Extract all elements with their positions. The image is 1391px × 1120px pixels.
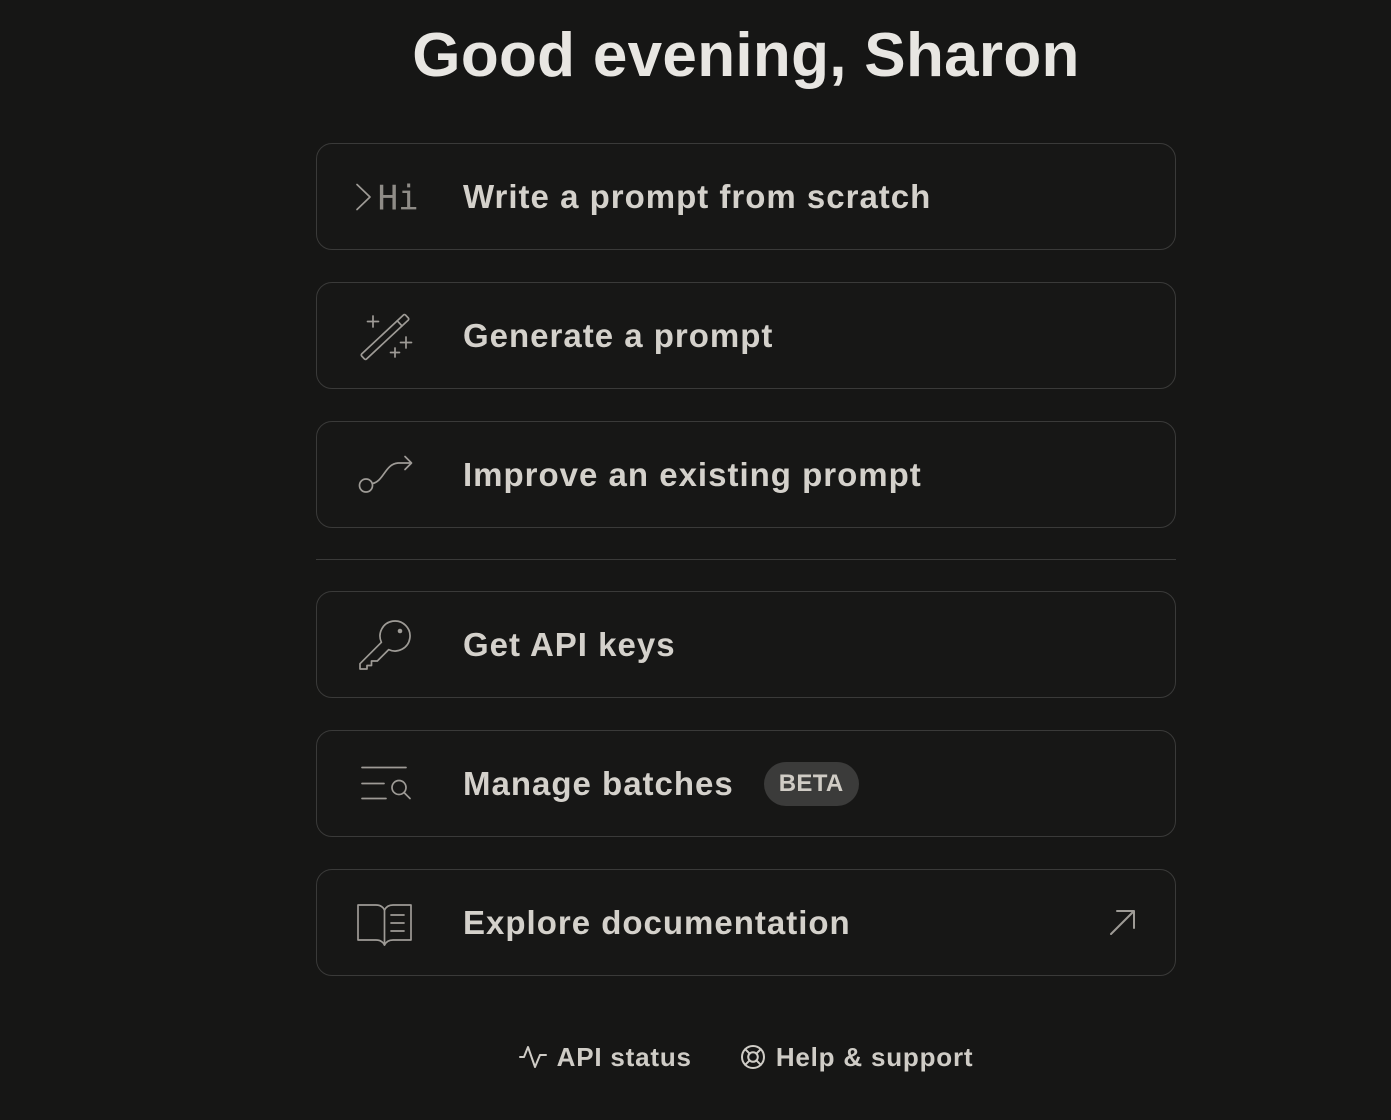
prompt-icon-text: Hi	[378, 178, 419, 218]
api-keys-card[interactable]: Get API keys	[316, 591, 1176, 698]
write-prompt-card[interactable]: Hi Write a prompt from scratch	[316, 143, 1176, 250]
home-actions: Hi Write a prompt from scratch Generate …	[316, 143, 1176, 976]
generate-prompt-card[interactable]: Generate a prompt	[316, 282, 1176, 389]
card-label: Manage batches	[463, 764, 734, 802]
arrow-up-right-icon	[1107, 907, 1137, 937]
beta-badge: BETA	[763, 761, 859, 806]
improve-prompt-card[interactable]: Improve an existing prompt	[316, 421, 1176, 528]
documentation-card[interactable]: Explore documentation	[316, 869, 1176, 976]
manage-batches-card[interactable]: Manage batches BETA	[316, 730, 1176, 837]
list-search-icon	[354, 759, 426, 809]
api-status-link[interactable]: API status	[518, 1041, 692, 1073]
card-label: Write a prompt from scratch	[463, 177, 932, 215]
path-arrow-icon	[354, 450, 426, 500]
card-label: Generate a prompt	[463, 316, 774, 354]
card-label: Improve an existing prompt	[463, 455, 922, 493]
help-support-label: Help & support	[775, 1041, 974, 1072]
magic-wand-icon	[354, 311, 426, 361]
footer-links: API status Help & support	[316, 1040, 1176, 1074]
activity-icon	[518, 1046, 547, 1068]
book-open-icon	[354, 898, 426, 948]
card-label: Get API keys	[463, 625, 676, 663]
lifebuoy-icon	[740, 1045, 765, 1069]
api-status-label: API status	[556, 1041, 692, 1072]
key-icon	[354, 619, 426, 670]
card-label: Explore documentation	[463, 903, 851, 941]
help-support-link[interactable]: Help & support	[740, 1042, 974, 1073]
prompt-terminal-icon: Hi	[354, 172, 426, 222]
greeting-title: Good evening, Sharon	[412, 21, 1080, 90]
section-divider	[316, 559, 1176, 560]
